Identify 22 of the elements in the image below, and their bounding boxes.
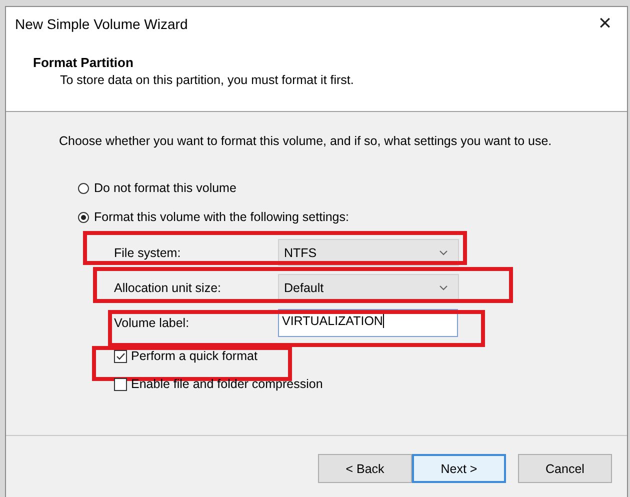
checkbox[interactable] <box>114 350 127 362</box>
checkbox-label[interactable]: Perform a quick format <box>131 349 258 363</box>
setting-label: Allocation unit size: <box>114 280 222 294</box>
checkbox-label[interactable]: Enable file and folder compression <box>131 377 323 391</box>
setting-label: Volume label: <box>114 316 190 330</box>
window-title: New Simple Volume Wizard <box>15 16 188 32</box>
wizard-button[interactable]: < Back <box>318 454 412 483</box>
radio-label[interactable]: Format this volume with the following settings: <box>94 210 349 224</box>
wizard-button[interactable]: Cancel <box>518 454 612 483</box>
instruction-text: Choose whether you want to format this volume, and if so, what settings you want to use. <box>59 134 553 148</box>
page-subtitle: To store data on this partition, you must format it first. <box>59 73 355 87</box>
radio-button[interactable] <box>78 182 89 194</box>
checkbox[interactable] <box>114 378 127 390</box>
radio-button[interactable] <box>78 212 89 222</box>
radio-label[interactable]: Do not format this volume <box>94 181 236 195</box>
page-title: Format Partition <box>33 55 134 70</box>
setting-label: File system: <box>114 246 182 260</box>
dropdown[interactable]: Default <box>278 274 459 301</box>
wizard-button[interactable]: Next > <box>412 454 506 483</box>
chevron-down-icon <box>439 284 448 290</box>
close-button[interactable]: ✕ <box>583 7 627 41</box>
chevron-down-icon <box>439 250 448 256</box>
